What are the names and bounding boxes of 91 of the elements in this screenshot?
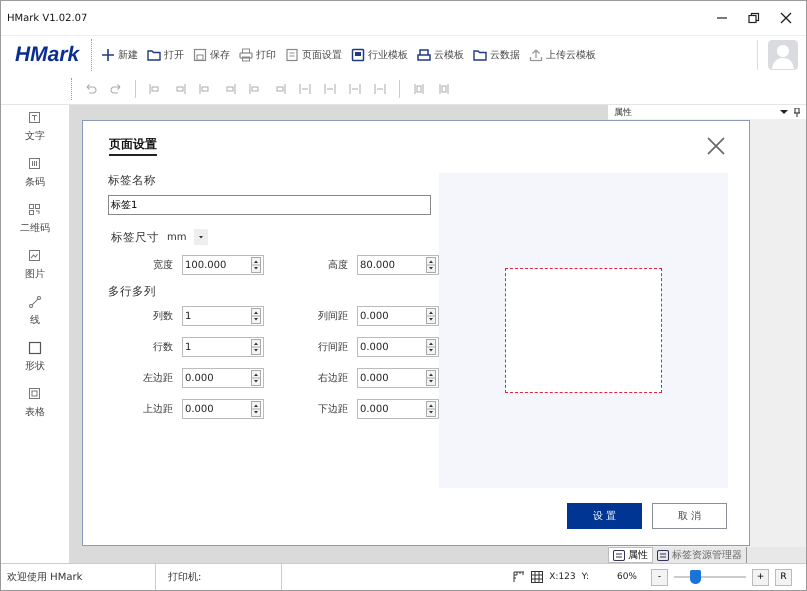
number-field[interactable]: 100.000	[182, 255, 264, 275]
close-icon[interactable]	[780, 12, 792, 24]
sidebar-item[interactable]: 文字	[25, 111, 45, 143]
toolbar-button[interactable]: 打开	[144, 48, 188, 62]
zoom-value: 60%	[616, 572, 637, 582]
field-label: 下边距	[317, 402, 348, 416]
spinner-icon[interactable]	[251, 257, 261, 273]
logo: HMark	[15, 43, 80, 67]
square-icon	[28, 341, 42, 355]
sidebar-item[interactable]: 线	[28, 295, 42, 327]
sidebar-item[interactable]: 形状	[25, 341, 45, 373]
field-label: 标签名称	[108, 173, 157, 188]
zoom-out-button[interactable]: -	[651, 568, 668, 586]
upload-icon	[529, 48, 544, 62]
field-label: 宽度	[152, 258, 173, 272]
list-icon	[613, 550, 625, 560]
folder-icon	[147, 48, 162, 62]
field-label: 标签尺寸	[111, 230, 159, 244]
sidebar-item[interactable]: 二维码	[20, 203, 50, 235]
section-heading: 多行多列	[108, 284, 157, 299]
number-field[interactable]: 1	[182, 306, 264, 326]
barcode-icon	[28, 157, 42, 171]
sidebar-item[interactable]: 表格	[25, 387, 45, 419]
field-label: 左边距	[142, 372, 173, 385]
cancel-button[interactable]: 取 消	[652, 503, 727, 529]
toolbar-button[interactable]: 保存	[190, 48, 234, 62]
toolbar-button[interactable]: 云模板	[414, 48, 468, 62]
number-field[interactable]: 0.000	[357, 337, 439, 357]
table-icon	[28, 387, 42, 401]
dialog-title: 页面设置	[109, 136, 157, 156]
slider-thumb[interactable]	[690, 570, 702, 584]
pin-icon[interactable]	[794, 108, 800, 116]
reset-zoom-button[interactable]: R	[775, 568, 792, 586]
toolbar-button[interactable]: 页面设置	[282, 48, 346, 62]
field-label: 右边距	[317, 372, 348, 385]
sidebar-item[interactable]: 条码	[25, 157, 45, 189]
window-title: HMark V1.02.07	[7, 12, 88, 24]
spinner-icon[interactable]	[426, 401, 436, 417]
spinner-icon[interactable]	[426, 257, 436, 273]
page-icon	[285, 48, 300, 62]
qr-code-icon	[28, 203, 42, 217]
folder-icon	[473, 48, 488, 62]
field-label: 列间距	[317, 310, 348, 323]
number-field[interactable]: 80.000	[357, 255, 439, 275]
spinner-icon[interactable]	[426, 370, 436, 386]
y-coordinate: Y:	[582, 572, 589, 582]
toolbar-button[interactable]: 行业模板	[348, 48, 412, 62]
number-field[interactable]: 0.000	[357, 306, 439, 326]
plus-icon	[101, 48, 116, 62]
toolbar-button[interactable]: 云数据	[470, 48, 524, 62]
toolbar-button[interactable]: 上传云模板	[526, 48, 600, 62]
zoom-in-button[interactable]: +	[752, 568, 769, 586]
confirm-button[interactable]: 设 置	[567, 503, 642, 529]
template-icon	[351, 48, 366, 62]
name-field[interactable]: 标签1	[108, 195, 431, 215]
number-field[interactable]: 0.000	[357, 399, 439, 419]
status-text: 打印机:	[162, 564, 282, 590]
field-label: 高度	[327, 258, 348, 272]
spinner-icon[interactable]	[426, 308, 436, 324]
save-icon	[193, 48, 208, 62]
text-icon	[28, 111, 42, 125]
x-coordinate: X:123	[549, 572, 576, 582]
field-label: 行数	[152, 341, 173, 354]
number-field[interactable]: 1	[182, 337, 264, 357]
spinner-icon[interactable]	[251, 308, 261, 324]
number-field[interactable]: 0.000	[357, 368, 439, 388]
sidebar-item[interactable]: 图片	[25, 249, 45, 281]
image-icon	[28, 249, 42, 263]
number-field[interactable]: 0.000	[182, 399, 264, 419]
printer-icon	[239, 48, 254, 62]
unit-text: mm	[167, 232, 186, 242]
dropdown-icon[interactable]	[780, 109, 788, 115]
ruler-icon[interactable]	[513, 571, 526, 583]
field-label: 列数	[152, 310, 173, 323]
tray-icon	[417, 48, 432, 62]
list-icon	[657, 550, 669, 560]
toolbar-button[interactable]: 新建	[98, 48, 142, 62]
spinner-icon[interactable]	[251, 370, 261, 386]
spinner-icon[interactable]	[251, 401, 261, 417]
status-text: 欢迎使用 HMark	[1, 564, 156, 590]
panel-tab[interactable]: 属性	[608, 547, 653, 563]
spinner-icon[interactable]	[251, 339, 261, 355]
panel-title: 属性	[614, 106, 632, 118]
line-icon	[28, 295, 42, 309]
toolbar-button[interactable]: 打印	[236, 48, 280, 62]
restore-icon[interactable]	[748, 12, 760, 24]
number-field[interactable]: 0.000	[182, 368, 264, 388]
field-label: 行间距	[317, 341, 348, 354]
grid-icon[interactable]	[531, 571, 544, 583]
field-label: 上边距	[142, 402, 173, 416]
spinner-icon[interactable]	[426, 339, 436, 355]
